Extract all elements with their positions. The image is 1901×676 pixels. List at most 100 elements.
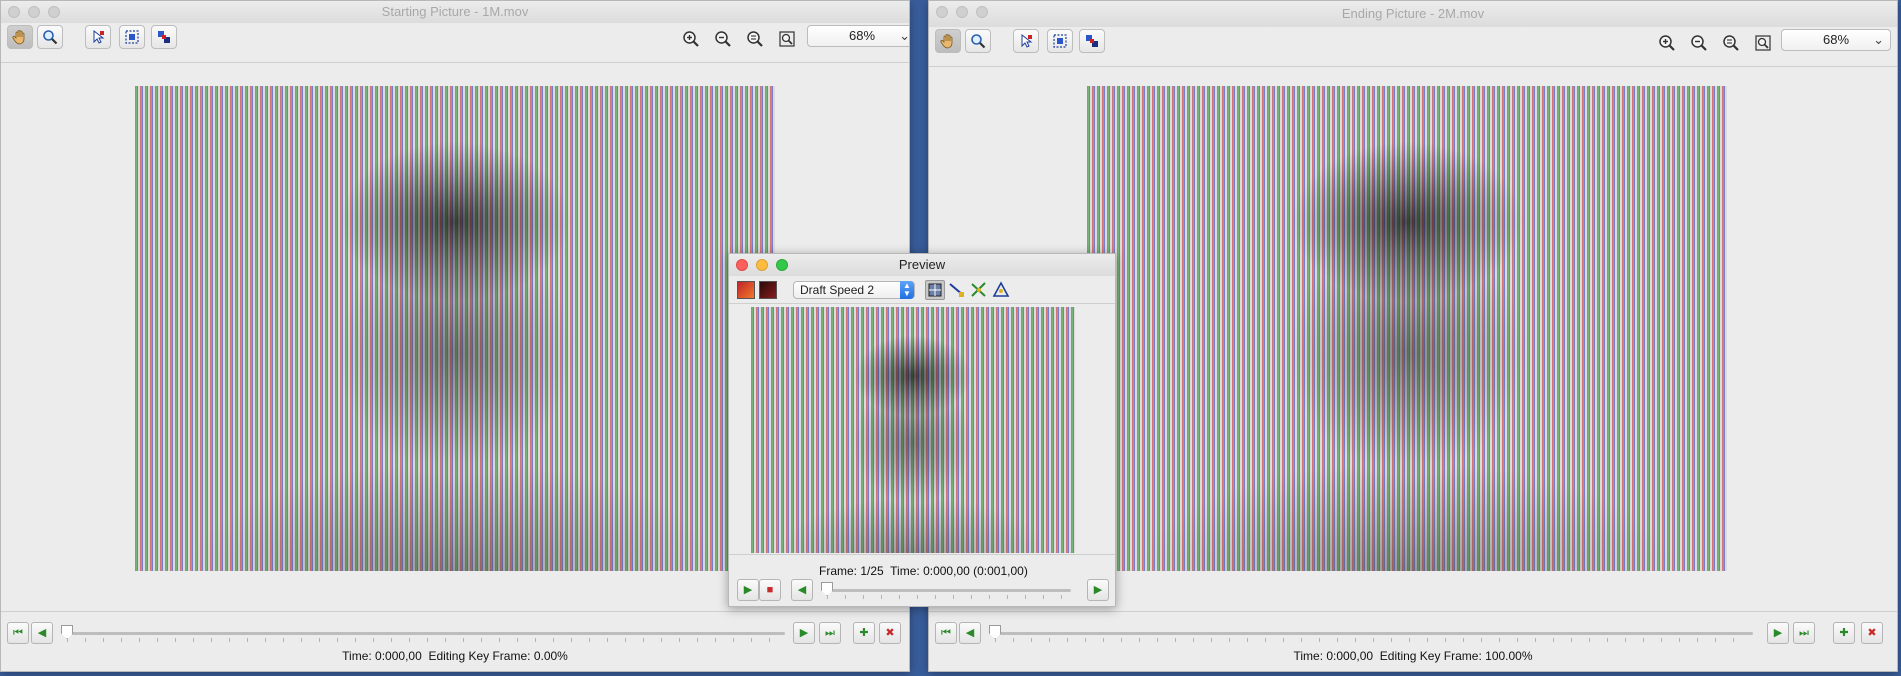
magnifier-tool-icon [971,34,986,49]
frame-label: Frame: [819,564,858,578]
left-timeline-bar: ⏮ ◀︎ ▶︎ ⏭ ✚ ✖ Time: 0:000,00 Editing Key… [1,611,909,671]
hand-tool-icon [12,30,25,45]
step-forward-button[interactable]: ▶︎ [793,622,815,644]
minimize-window-button[interactable] [756,259,768,271]
play-button[interactable]: ▶ [737,579,759,601]
close-window-button[interactable] [736,259,748,271]
preview-canvas[interactable] [729,305,1115,554]
minimize-window-button[interactable] [28,6,40,18]
go-start-button[interactable]: ⏮ [935,622,957,644]
time-label: Time: [1293,649,1324,663]
preview-status: Frame: 1/25 Time: 0:000,00 (0:001,00) [819,564,1115,578]
path-tool-button[interactable] [947,280,967,300]
step-forward-button[interactable]: ▶︎ [1767,622,1789,644]
zoom-out-button[interactable] [711,27,735,51]
key-frame-label: Editing Key Frame: [1379,649,1482,663]
step-back-button[interactable]: ◀︎ [959,622,981,644]
key-frame-value: 100.00% [1485,649,1533,663]
start-color-swatch[interactable] [737,281,755,299]
zoom-fit-button[interactable] [1751,31,1775,55]
step-forward-icon: ▶︎ [1773,627,1783,639]
ending-picture-image[interactable] [1087,86,1727,571]
zoom-out-icon [715,31,731,47]
delete-key-button[interactable]: ✖ [879,622,901,644]
left-titlebar[interactable]: Starting Picture - 1M.mov [1,1,909,23]
chevron-down-icon: ⌄ [899,28,910,43]
zoom-in-button[interactable] [1655,31,1679,55]
hand-tool-button[interactable] [935,29,961,53]
zoom-window-button[interactable] [776,259,788,271]
go-end-button[interactable]: ⏭ [819,622,841,644]
zoom-level-select[interactable]: 68% ⌄ [807,25,910,47]
select-arrow-button[interactable] [1013,29,1039,53]
step-forward-button[interactable]: ▶︎ [1087,579,1109,601]
hand-tool-button[interactable] [7,25,33,49]
layers-button[interactable] [151,25,177,49]
marquee-select-button[interactable] [1047,29,1073,53]
stop-button[interactable]: ■ [759,579,781,601]
face-image [1087,86,1727,571]
layers-button[interactable] [1079,29,1105,53]
select-arrow-icon [93,29,105,44]
zoom-window-button[interactable] [48,6,60,18]
preview-slider-ticks [827,595,1069,599]
face-image [135,86,775,571]
time-label: Time: [342,649,372,663]
close-window-button[interactable] [8,6,20,18]
stop-icon: ■ [766,584,774,596]
play-icon: ▶ [743,584,753,596]
go-start-icon: ⏮ [13,627,23,639]
quality-select[interactable]: Draft Speed 2 ▲ ▼ [793,281,915,299]
zoom-out-button[interactable] [1687,31,1711,55]
zoom-window-button[interactable] [976,6,988,18]
step-back-icon: ◀︎ [797,584,807,596]
preview-slider-knob[interactable] [821,582,833,596]
magnifier-tool-button[interactable] [37,25,63,49]
preview-slider-track[interactable] [825,589,1071,592]
starting-picture-image[interactable] [135,86,775,571]
right-titlebar[interactable]: Ending Picture - 2M.mov [929,1,1897,27]
layers-icon [158,31,170,43]
add-key-button[interactable]: ✚ [853,622,875,644]
step-back-button[interactable]: ◀︎ [31,622,53,644]
zoom-actual-button[interactable] [743,27,767,51]
preview-window-controls [736,259,788,271]
step-back-icon: ◀︎ [37,627,47,639]
close-window-button[interactable] [936,6,948,18]
end-color-swatch[interactable] [759,281,777,299]
face-image [751,307,1075,553]
zoom-level-select[interactable]: 68% ⌄ [1781,29,1891,51]
magnifier-tool-button[interactable] [965,29,991,53]
timeline-slider-track[interactable] [993,632,1753,635]
magnifier-tool-icon [43,30,58,45]
timeline-slider-track[interactable] [65,632,785,635]
go-end-icon: ⏭ [825,627,835,639]
step-forward-icon: ▶︎ [799,627,809,639]
add-key-button[interactable]: ✚ [1833,622,1855,644]
layers-icon [1086,35,1098,47]
zoom-fit-icon [779,31,795,47]
timeline-ticks [995,638,1751,642]
timeline-slider-knob[interactable] [989,625,1001,639]
zoom-actual-button[interactable] [1719,31,1743,55]
zoom-level-value: 68% [848,28,876,43]
grid-view-button[interactable] [925,280,945,300]
preview-image[interactable] [751,307,1075,553]
minimize-window-button[interactable] [956,6,968,18]
timeline-slider-knob[interactable] [61,625,73,639]
preview-titlebar[interactable]: Preview [729,254,1115,276]
delete-key-icon: ✖ [885,627,895,639]
select-arrow-button[interactable] [85,25,111,49]
delete-key-button[interactable]: ✖ [1861,622,1883,644]
triangle-tool-button[interactable] [991,280,1011,300]
curve-tool-button[interactable] [969,280,989,300]
go-start-button[interactable]: ⏮ [7,622,29,644]
preview-controls: Frame: 1/25 Time: 0:000,00 (0:001,00) ▶ … [729,554,1115,606]
go-end-button[interactable]: ⏭ [1793,622,1815,644]
zoom-in-button[interactable] [679,27,703,51]
zoom-fit-button[interactable] [775,27,799,51]
key-frame-label: Editing Key Frame: [428,649,531,663]
step-back-button[interactable]: ◀︎ [791,579,813,601]
marquee-select-button[interactable] [119,25,145,49]
time-value: 0:000,00 [375,649,422,663]
